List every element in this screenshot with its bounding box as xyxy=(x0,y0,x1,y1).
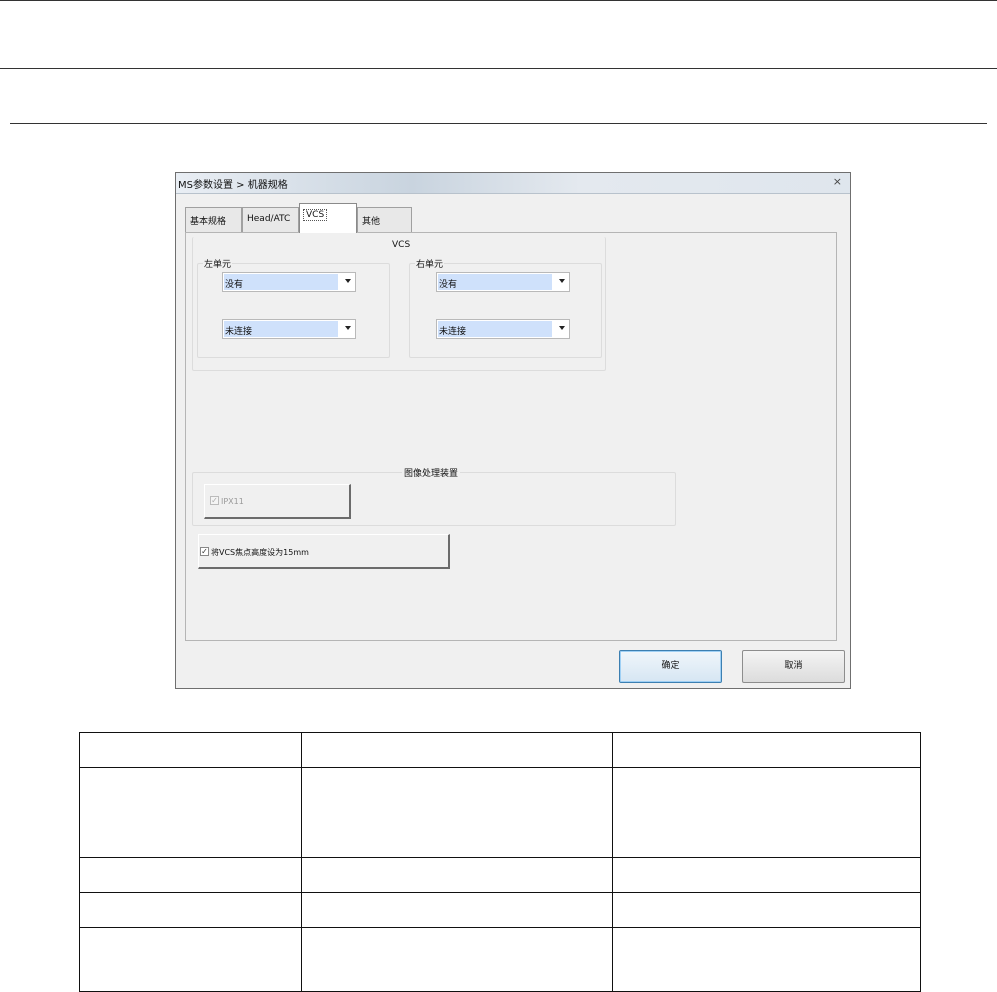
table-cell xyxy=(301,732,613,768)
table-row xyxy=(79,927,921,992)
select-value: 未连接 xyxy=(224,321,338,337)
table-cell xyxy=(79,767,302,858)
table-cell xyxy=(301,857,613,893)
tab-head-atc[interactable]: Head/ATC xyxy=(242,207,299,232)
left-unit-type-select[interactable]: 没有 xyxy=(222,272,356,292)
tab-label: 基本规格 xyxy=(190,217,227,227)
focus-height-checkbox-button[interactable]: ✓ 将VCS焦点高度设为15mm xyxy=(198,534,450,569)
top-rule xyxy=(0,0,997,1)
vcs-group-label: VCS xyxy=(392,240,411,250)
table-cell xyxy=(79,927,302,992)
select-value: 没有 xyxy=(438,274,552,290)
tab-label: VCS xyxy=(302,209,328,221)
table-row xyxy=(79,892,921,928)
table-cell xyxy=(79,857,302,893)
chevron-down-icon[interactable] xyxy=(559,279,565,283)
ok-button[interactable]: 确定 xyxy=(619,650,722,683)
image-processor-group-label: 图像处理装置 xyxy=(402,466,461,479)
title-bar[interactable]: MS参数设置 > 机器规格 × xyxy=(176,173,850,194)
tab-label: 其他 xyxy=(362,217,381,227)
tab-other[interactable]: 其他 xyxy=(357,207,412,232)
table-cell xyxy=(301,767,613,858)
table-cell xyxy=(301,892,613,928)
chevron-down-icon[interactable] xyxy=(345,279,351,283)
table-row xyxy=(79,732,921,768)
tab-basic-spec[interactable]: 基本规格 xyxy=(185,207,242,232)
right-unit-connection-select[interactable]: 未连接 xyxy=(436,319,570,339)
chevron-down-icon[interactable] xyxy=(559,326,565,330)
table-cell xyxy=(612,857,921,893)
close-icon[interactable]: × xyxy=(833,175,842,188)
ipx11-label: IPX11 xyxy=(221,497,244,506)
table-row xyxy=(79,857,921,893)
table-cell xyxy=(612,732,921,768)
checkmark-icon: ✓ xyxy=(210,496,219,505)
right-unit-label: 右单元 xyxy=(415,257,445,270)
tab-vcs[interactable]: VCS xyxy=(299,203,357,233)
table-cell xyxy=(612,927,921,992)
checkmark-icon: ✓ xyxy=(200,547,209,556)
machine-spec-dialog: MS参数设置 > 机器规格 × 基本规格 Head/ATC VCS 其他 VCS… xyxy=(175,172,851,689)
select-value: 未连接 xyxy=(438,321,552,337)
left-unit-label: 左单元 xyxy=(203,257,233,270)
ipx11-checkbox-button[interactable]: ✓ IPX11 xyxy=(204,484,351,519)
right-unit-type-select[interactable]: 没有 xyxy=(436,272,570,292)
section-rule xyxy=(10,123,987,124)
table-cell xyxy=(79,892,302,928)
select-value: 没有 xyxy=(224,274,338,290)
table-cell xyxy=(612,767,921,858)
cancel-button[interactable]: 取消 xyxy=(742,650,845,683)
tab-label: Head/ATC xyxy=(247,214,291,224)
table-cell xyxy=(79,732,302,768)
chevron-down-icon[interactable] xyxy=(345,326,351,330)
spec-table xyxy=(79,732,921,992)
table-cell xyxy=(301,927,613,992)
header-rule xyxy=(0,68,997,69)
table-cell xyxy=(612,892,921,928)
left-unit-connection-select[interactable]: 未连接 xyxy=(222,319,356,339)
focus-height-label: 将VCS焦点高度设为15mm xyxy=(211,548,309,557)
vcs-tab-panel: VCS 左单元 没有 未连接 右单元 没有 未连接 图像处理装置 ✓ IPX11 xyxy=(185,232,837,641)
table-row xyxy=(79,767,921,858)
window-title: MS参数设置 > 机器规格 xyxy=(178,180,288,191)
